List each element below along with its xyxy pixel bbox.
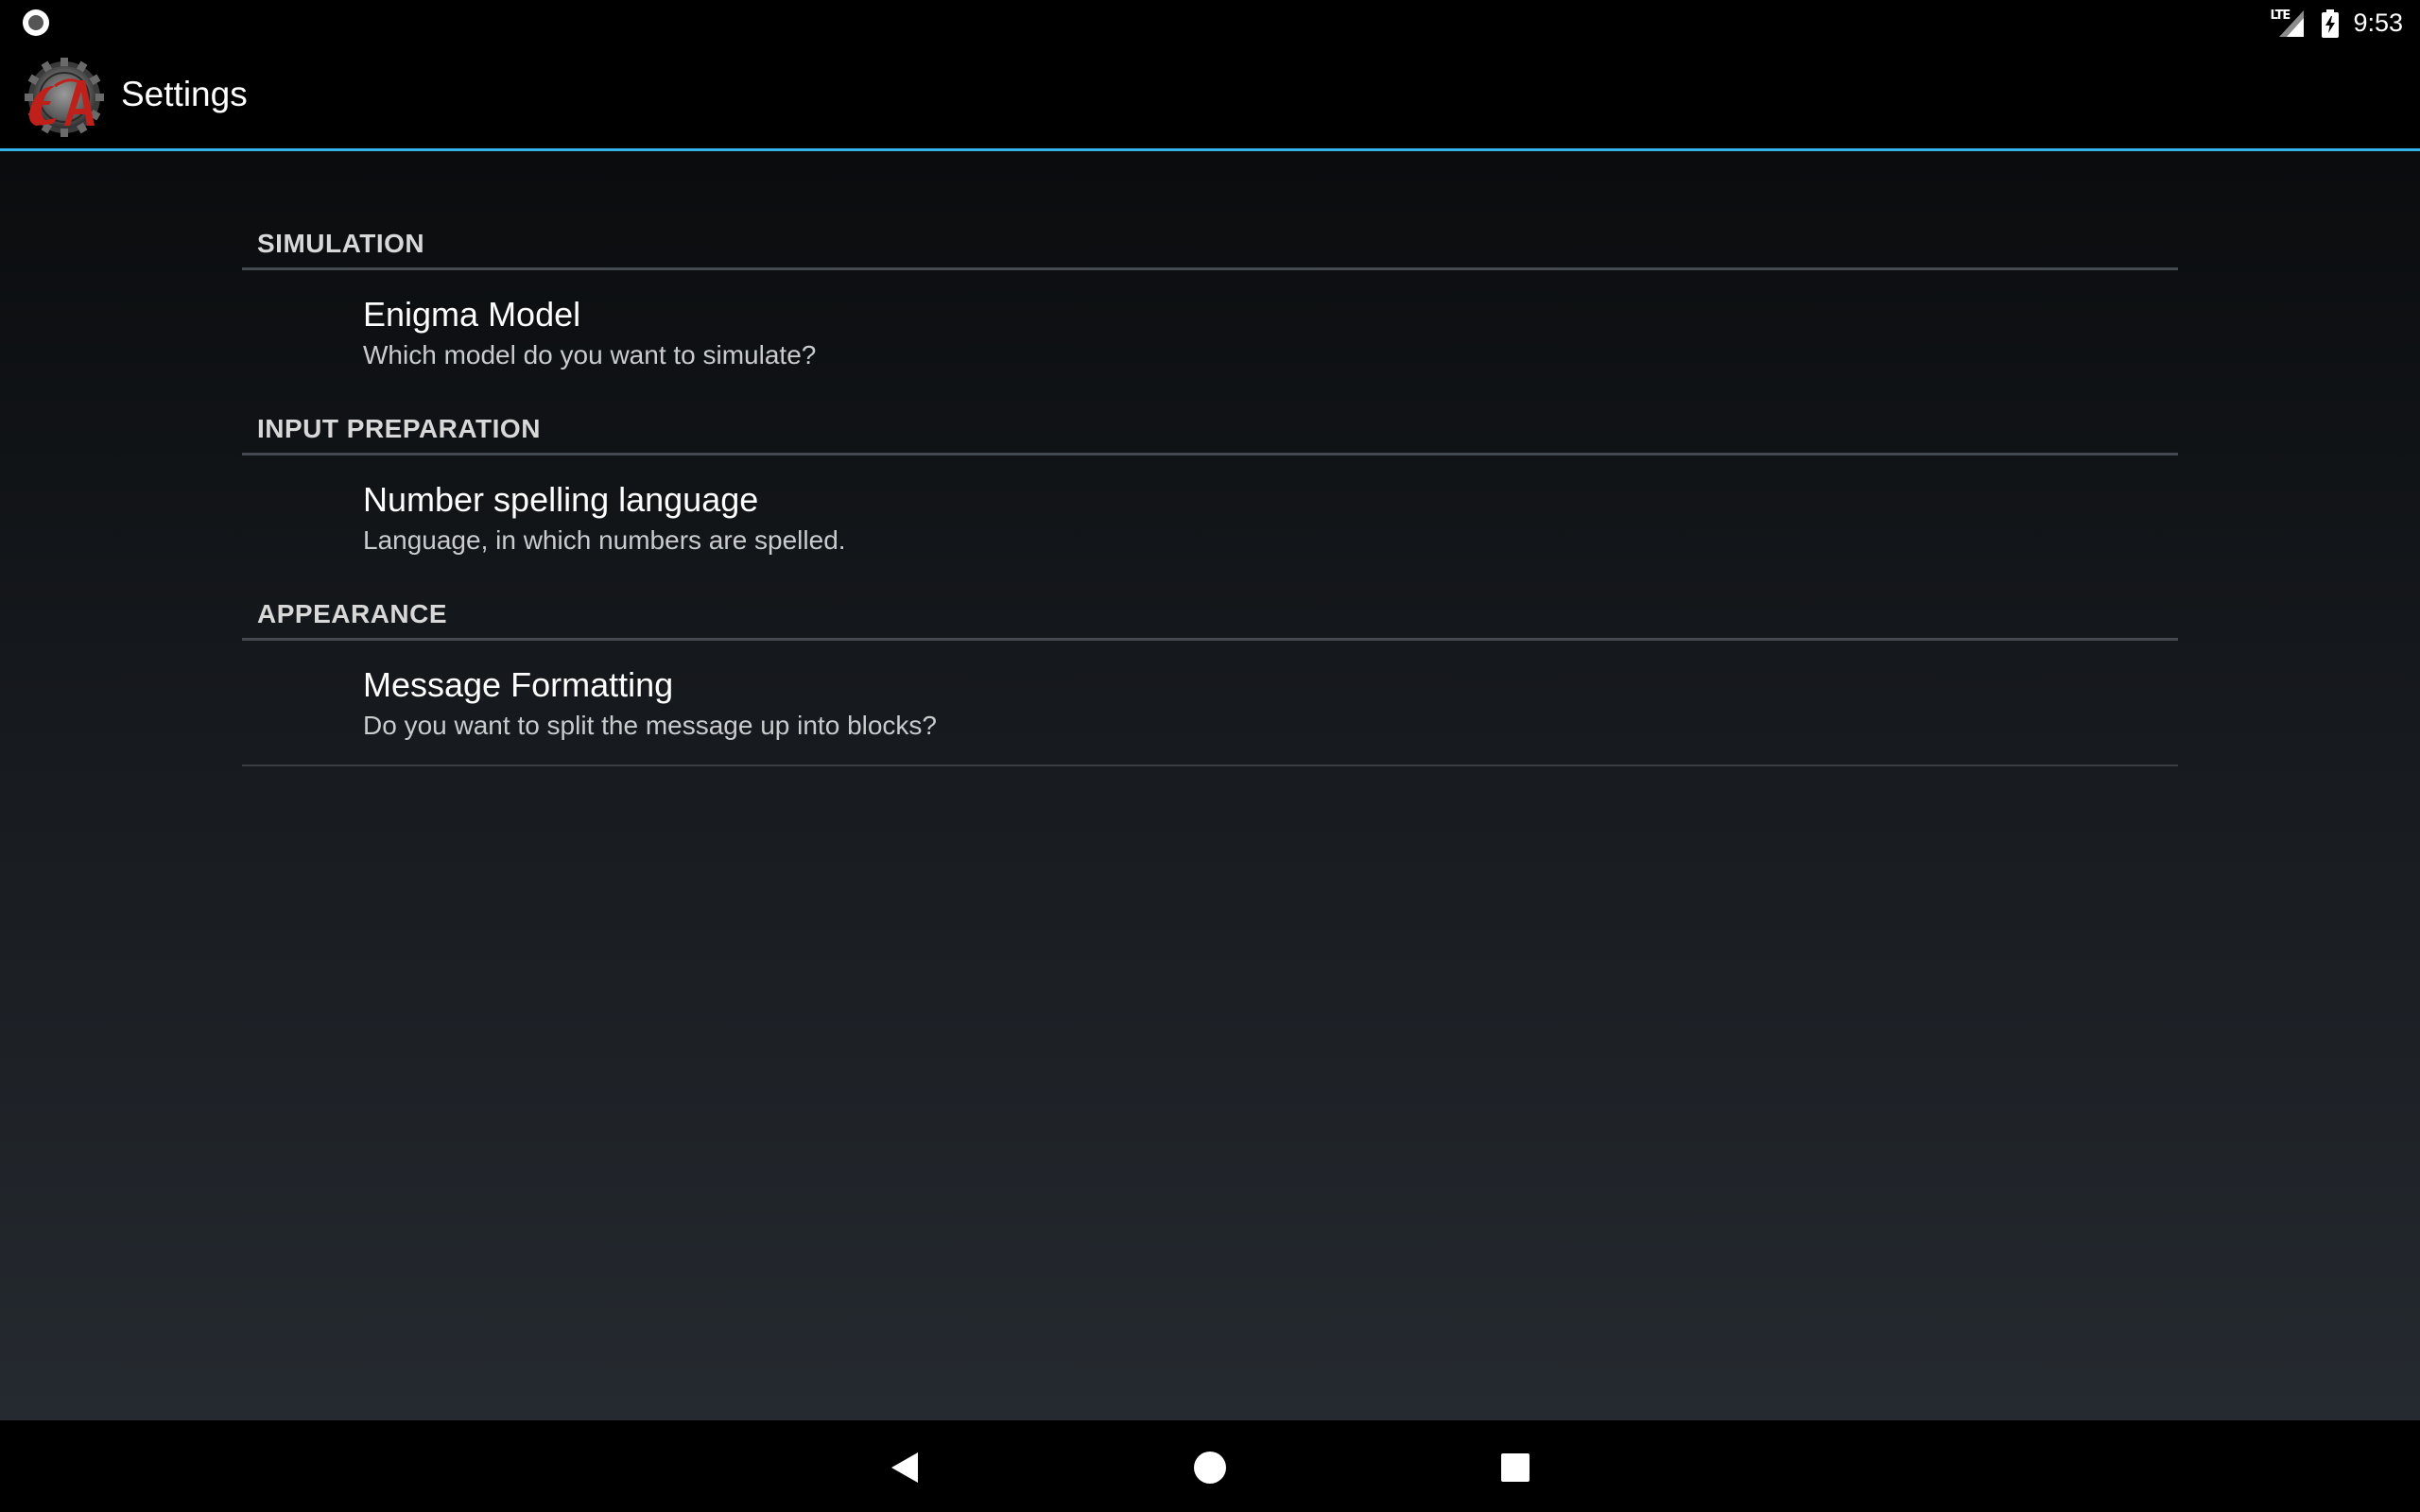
navigation-bar — [0, 1420, 2420, 1512]
battery-charging-icon — [2321, 9, 2340, 38]
back-button[interactable] — [876, 1439, 933, 1496]
page-title: Settings — [121, 75, 248, 113]
category-header-input-preparation: INPUT PREPARATION — [257, 414, 541, 443]
pref-summary: Do you want to split the message up into… — [363, 711, 938, 740]
recents-square-icon — [1501, 1453, 1530, 1482]
category-header-simulation: SIMULATION — [257, 229, 425, 258]
pref-summary: Language, in which numbers are spelled. — [363, 525, 846, 555]
pref-title: Message Formatting — [363, 665, 674, 704]
category-divider — [242, 453, 2178, 455]
preferences-content: SIMULATION Enigma Model Which model do y… — [0, 151, 2420, 1420]
pref-number-spelling-language[interactable]: Number spelling language Language, in wh… — [242, 480, 2178, 593]
action-bar: Settings — [0, 46, 2420, 151]
category-header-appearance: APPEARANCE — [257, 599, 448, 628]
recents-button[interactable] — [1487, 1439, 1544, 1496]
lte-signal-icon: LTE — [2270, 9, 2308, 39]
pref-title: Enigma Model — [363, 295, 581, 334]
enigma-logo-icon[interactable] — [23, 58, 106, 137]
notification-icon — [23, 9, 49, 36]
category-divider — [242, 267, 2178, 270]
pref-summary: Which model do you want to simulate? — [363, 340, 817, 369]
home-circle-icon — [1194, 1452, 1226, 1484]
list-divider — [242, 765, 2178, 766]
pref-message-formatting[interactable]: Message Formatting Do you want to split … — [242, 665, 2178, 779]
pref-enigma-model[interactable]: Enigma Model Which model do you want to … — [242, 295, 2178, 408]
status-bar: LTE 9:53 — [0, 0, 2420, 46]
home-button[interactable] — [1182, 1439, 1238, 1496]
clock: 9:53 — [2353, 9, 2403, 37]
back-triangle-icon — [891, 1452, 918, 1483]
status-icons: LTE 9:53 — [2270, 0, 2403, 46]
screen: LTE 9:53 Settings SIMULATION Enigma Mode… — [0, 0, 2420, 1512]
category-divider — [242, 638, 2178, 641]
pref-title: Number spelling language — [363, 480, 759, 519]
